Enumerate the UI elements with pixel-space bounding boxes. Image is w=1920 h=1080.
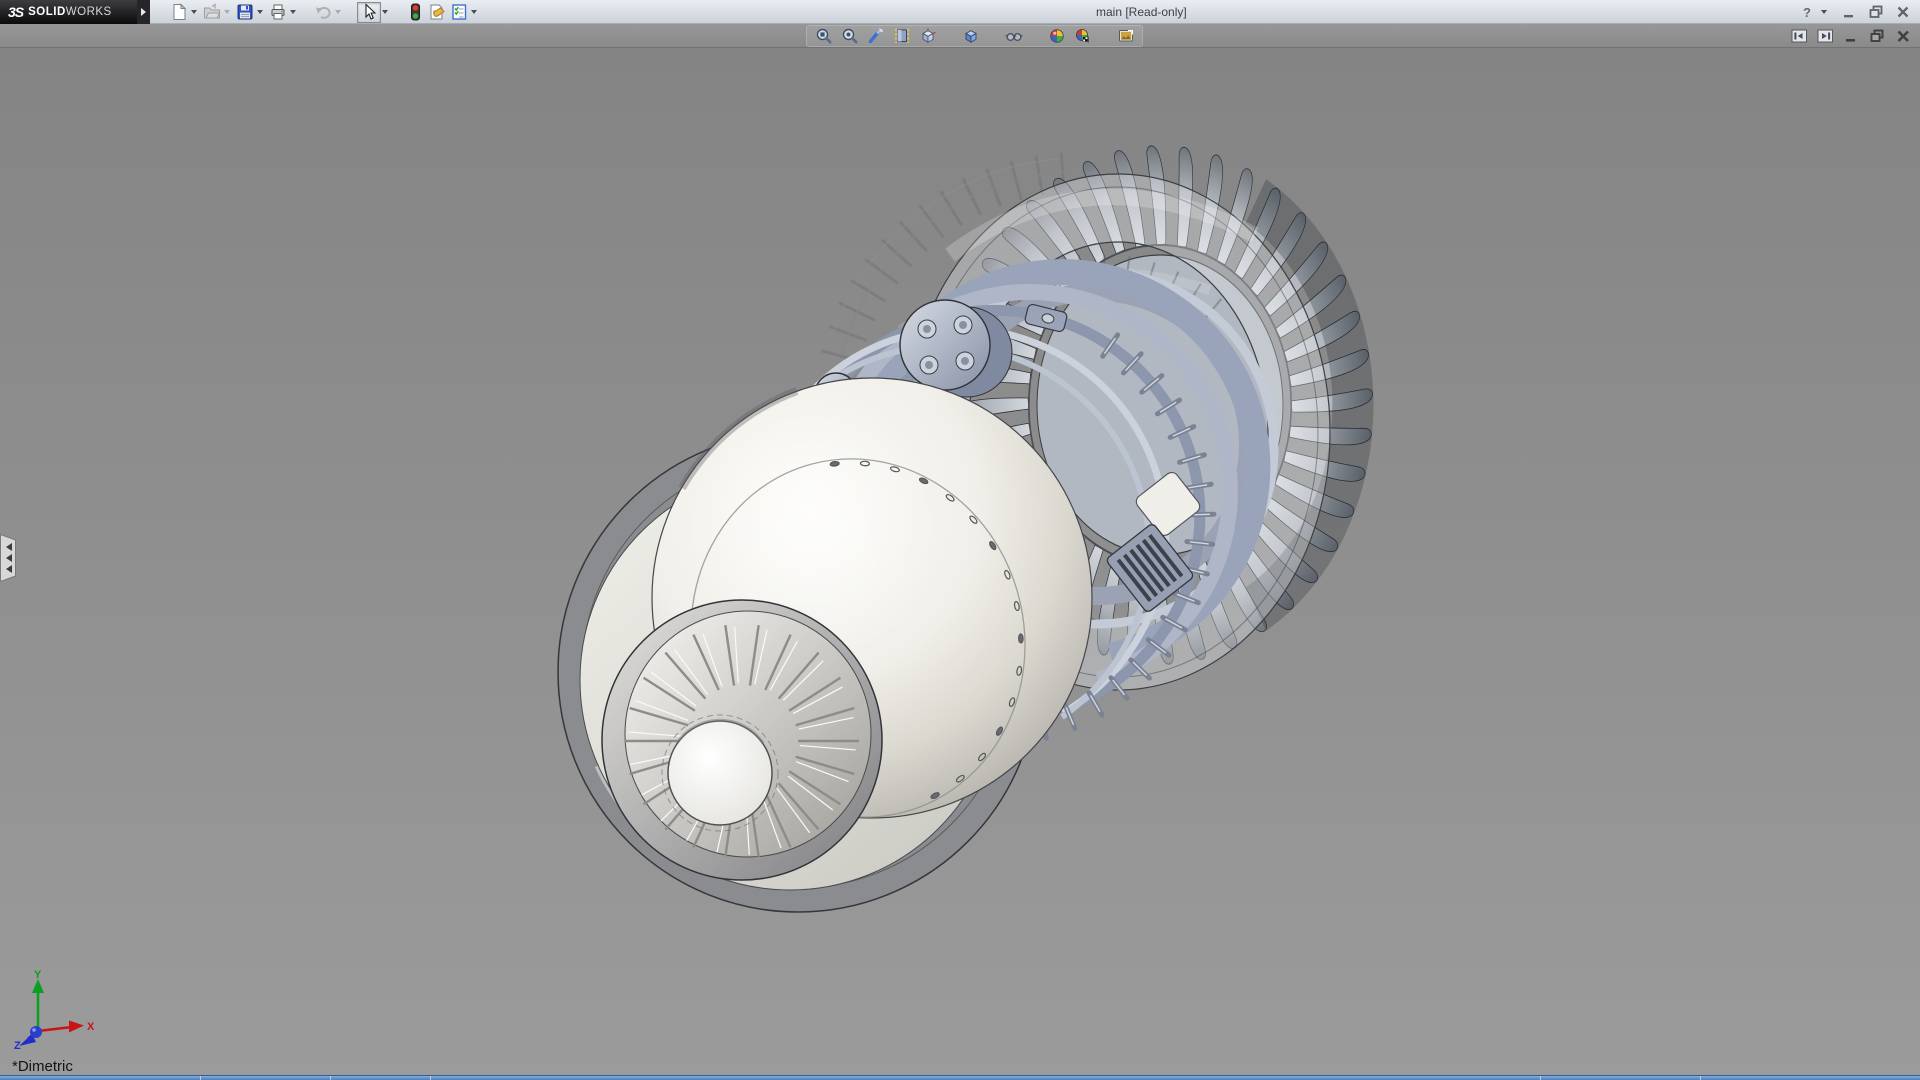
minimize-button[interactable] (1840, 3, 1858, 21)
main-toolbar (168, 0, 481, 24)
x-arrowhead (69, 1021, 84, 1033)
model-canvas[interactable] (0, 48, 1920, 1075)
eyeglasses-icon (1005, 27, 1023, 45)
title-bar: 3S SOLID WORKS (0, 0, 1920, 24)
select-cursor-icon (360, 3, 378, 21)
help-dropdown[interactable] (1821, 10, 1827, 14)
flange-plate[interactable] (900, 300, 990, 390)
restore-icon (1868, 4, 1884, 20)
window-controls: ? (1803, 0, 1912, 24)
status-separator (1700, 1076, 1701, 1080)
options-dropdown[interactable] (471, 10, 477, 14)
checkered-flag (1083, 37, 1088, 43)
close-button[interactable] (1894, 3, 1912, 21)
view-orientation-button[interactable] (917, 26, 938, 46)
open-document-icon (203, 3, 221, 21)
section-view-icon (893, 27, 911, 45)
appearance-ball-icon (1048, 27, 1066, 45)
logo-brand-works: WORKS (66, 6, 112, 18)
view-orientation-icon (919, 27, 937, 45)
x-axis-label: X (87, 1021, 95, 1033)
restore-document-icon (1869, 28, 1885, 44)
y-axis-label: Y (34, 969, 42, 981)
status-separator (200, 1076, 201, 1080)
display-style-icon (962, 27, 980, 45)
origin-sphere (30, 1026, 42, 1038)
next-document-icon (1817, 28, 1834, 44)
expand-arrow-icon (141, 8, 146, 16)
document-title: main [Read-only] (1096, 5, 1187, 19)
zoom-to-fit-icon (815, 27, 833, 45)
menu-expand-button[interactable] (137, 0, 150, 24)
status-separator (430, 1076, 431, 1080)
graphics-viewport[interactable]: Y X Z *Dimetric (0, 48, 1920, 1075)
undo-icon (314, 3, 332, 21)
select-dropdown[interactable] (382, 10, 388, 14)
panel-collapse-tab[interactable] (0, 534, 18, 582)
help-icon[interactable]: ? (1803, 5, 1811, 20)
save-button[interactable] (234, 1, 256, 23)
zoom-to-area-button[interactable] (839, 26, 860, 46)
nose-section[interactable] (602, 600, 882, 880)
previous-document-button[interactable] (1790, 27, 1808, 45)
file-properties-button[interactable] (426, 1, 448, 23)
zoom-to-area-icon (841, 27, 859, 45)
file-properties-icon (428, 3, 446, 21)
next-document-button[interactable] (1816, 27, 1834, 45)
status-separator (1540, 1076, 1541, 1080)
x-axis (38, 1027, 72, 1031)
close-document-button[interactable] (1894, 27, 1912, 45)
reference-triad: Y X Z (6, 969, 102, 1049)
view-toolbar-strip (0, 24, 1920, 48)
apply-scene-button[interactable] (1072, 26, 1093, 46)
print-button[interactable] (267, 1, 289, 23)
options-checklist-icon (450, 3, 468, 21)
traffic-light-icon (406, 3, 424, 21)
open-document-dropdown[interactable] (224, 10, 230, 14)
view-settings-icon (1117, 27, 1135, 45)
save-dropdown[interactable] (257, 10, 263, 14)
rebuild-button[interactable] (404, 1, 426, 23)
minimize-icon (1841, 4, 1857, 20)
save-icon (236, 3, 254, 21)
new-document-dropdown[interactable] (191, 10, 197, 14)
close-icon (1895, 4, 1911, 20)
status-separator (330, 1076, 331, 1080)
edit-appearance-button[interactable] (1046, 26, 1067, 46)
open-document-button[interactable] (201, 1, 223, 23)
minimize-document-icon (1843, 28, 1859, 44)
view-settings-button[interactable] (1115, 26, 1136, 46)
heads-up-view-toolbar (806, 25, 1143, 47)
section-view-button[interactable] (891, 26, 912, 46)
previous-view-icon (867, 27, 885, 45)
new-document-icon (170, 3, 188, 21)
previous-view-button[interactable] (865, 26, 886, 46)
document-window-controls (1790, 26, 1912, 46)
logo-brand-solid: SOLID (28, 6, 66, 18)
restore-document-button[interactable] (1868, 27, 1886, 45)
y-arrowhead (32, 979, 44, 993)
print-dropdown[interactable] (290, 10, 296, 14)
zoom-to-fit-button[interactable] (813, 26, 834, 46)
options-button[interactable] (448, 1, 470, 23)
view-orientation-label: *Dimetric (12, 1058, 73, 1075)
undo-dropdown[interactable] (335, 10, 341, 14)
status-bar (0, 1075, 1920, 1080)
z-axis-label: Z (14, 1040, 21, 1049)
solidworks-window: 3S SOLID WORKS (0, 0, 1920, 1080)
previous-document-icon (1791, 28, 1808, 44)
display-style-button[interactable] (960, 26, 981, 46)
new-document-button[interactable] (168, 1, 190, 23)
hide-show-items-button[interactable] (1003, 26, 1024, 46)
restore-button[interactable] (1867, 3, 1885, 21)
close-document-icon (1895, 28, 1911, 44)
solidworks-logo: 3S SOLID WORKS (0, 0, 150, 24)
apply-scene-icon (1074, 27, 1092, 45)
select-tool-button[interactable] (357, 2, 381, 23)
logo-3s-mark: 3S (8, 4, 23, 20)
print-icon (269, 3, 287, 21)
undo-button[interactable] (312, 1, 334, 23)
minimize-document-button[interactable] (1842, 27, 1860, 45)
